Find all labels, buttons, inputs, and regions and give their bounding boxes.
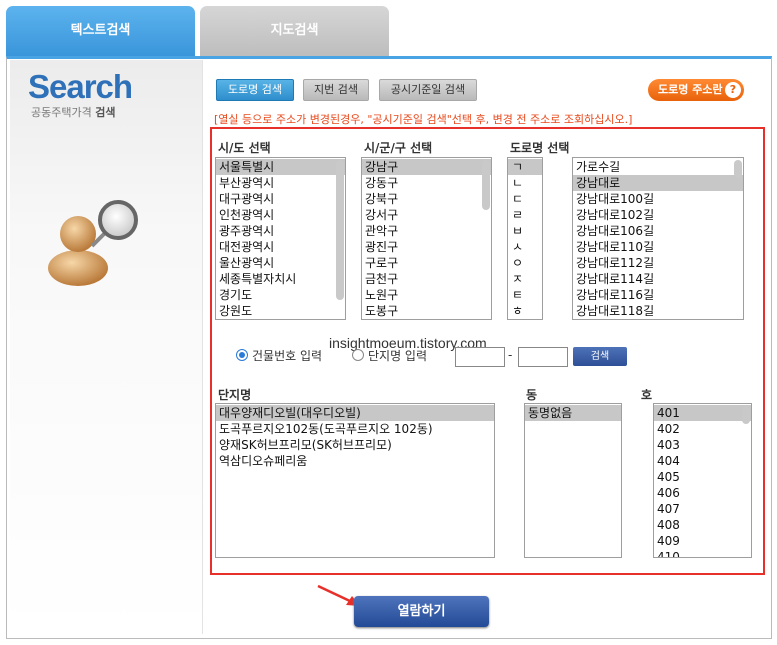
scrollbar[interactable] [734, 160, 742, 178]
range-separator: - [508, 348, 513, 362]
left-column [10, 60, 203, 634]
list-item[interactable]: 대전광역시 [216, 239, 345, 255]
list-item[interactable]: 403 [654, 437, 751, 453]
building-number-radio[interactable] [236, 349, 248, 361]
list-item[interactable]: ㄷ [508, 191, 542, 207]
complex-name-label: 단지명 입력 [368, 349, 428, 363]
tab-text-search[interactable]: 텍스트검색 [6, 6, 195, 56]
logo-subtitle-prefix: 공동주택가격 [31, 106, 92, 119]
building-number-label: 건물번호 입력 [252, 349, 323, 363]
list-item[interactable]: ㅇ [508, 255, 542, 271]
sigungu-listbox[interactable]: 강남구 강동구 강북구 강서구 관악구 광진구 구로구 금천구 노원구 도봉구 [361, 157, 492, 320]
building-number-to-input[interactable] [518, 347, 568, 367]
list-item[interactable]: 강남대로114길 [573, 271, 743, 287]
list-item[interactable]: 가로수길 [573, 159, 743, 175]
list-item[interactable]: 407 [654, 501, 751, 517]
list-item[interactable]: 강남대로106길 [573, 223, 743, 239]
tab-map-search[interactable]: 지도검색 [200, 6, 389, 56]
list-item[interactable]: 강남대로100길 [573, 191, 743, 207]
list-item[interactable]: ㄱ [508, 159, 542, 175]
list-item[interactable]: 강남대로116길 [573, 287, 743, 303]
list-item[interactable]: ㅈ [508, 271, 542, 287]
list-item[interactable]: 강서구 [362, 207, 491, 223]
list-item[interactable]: 강원도 [216, 303, 345, 319]
list-item[interactable]: 역삼디오슈페리움 [216, 453, 494, 469]
ho-label: 호 [641, 388, 653, 402]
list-item[interactable]: 부산광역시 [216, 175, 345, 191]
list-item[interactable]: 408 [654, 517, 751, 533]
road-label: 도로명 선택 [510, 141, 570, 155]
person-magnifier-icon [48, 200, 138, 286]
list-item[interactable]: 405 [654, 469, 751, 485]
list-item[interactable]: 관악구 [362, 223, 491, 239]
list-item[interactable]: 서울특별시 [216, 159, 345, 175]
road-initial-listbox[interactable]: ㄱ ㄴ ㄷ ㄹ ㅂ ㅅ ㅇ ㅈ ㅌ ㅎ [507, 157, 543, 320]
list-item[interactable]: 402 [654, 421, 751, 437]
base-date-search-button[interactable]: 공시기준일 검색 [379, 79, 477, 101]
list-item[interactable]: 강남대로118길 [573, 303, 743, 319]
list-item[interactable]: 강남대로 [573, 175, 743, 191]
complex-name-radio[interactable] [352, 349, 364, 361]
list-item[interactable]: 401 [654, 405, 751, 421]
search-logo-subtitle: 공동주택가격 검색 [31, 104, 115, 120]
scrollbar[interactable] [742, 406, 750, 424]
list-item[interactable]: 경기도 [216, 287, 345, 303]
dong-listbox[interactable]: 동명없음 [524, 403, 622, 558]
list-item[interactable]: 세종특별자치시 [216, 271, 345, 287]
list-item[interactable]: 강남대로102길 [573, 207, 743, 223]
list-item[interactable]: 강남대로112길 [573, 255, 743, 271]
list-item[interactable]: 도봉구 [362, 303, 491, 319]
ho-listbox[interactable]: 401 402 403 404 405 406 407 408 409 410 [653, 403, 752, 558]
list-item[interactable]: 강동구 [362, 175, 491, 191]
list-item[interactable]: 409 [654, 533, 751, 549]
list-item[interactable]: 동명없음 [525, 405, 621, 421]
sido-label: 시/도 선택 [218, 141, 271, 155]
building-search-button[interactable]: 검색 [573, 347, 627, 366]
list-item[interactable]: 강남대로110길 [573, 239, 743, 255]
list-item[interactable]: 금천구 [362, 271, 491, 287]
dong-label: 동 [526, 388, 538, 402]
list-item[interactable]: 410 [654, 549, 751, 557]
list-item[interactable]: 노원구 [362, 287, 491, 303]
list-item[interactable]: 양재SK허브프리모(SK허브프리모) [216, 437, 494, 453]
list-item[interactable]: 광진구 [362, 239, 491, 255]
list-item[interactable]: ㅅ [508, 239, 542, 255]
notice-text: [열실 등으로 주소가 변경된경우, "공시기준일 검색"선택 후, 변경 전 … [214, 113, 633, 126]
list-item[interactable]: 강남구 [362, 159, 491, 175]
complex-listbox[interactable]: 대우양재디오빌(대우디오빌) 도곡푸르지오102동(도곡푸르지오 102동) 양… [215, 403, 495, 558]
list-item[interactable]: ㅎ [508, 303, 542, 319]
list-item[interactable]: 대우양재디오빌(대우디오빌) [216, 405, 494, 421]
list-item[interactable]: ㄴ [508, 175, 542, 191]
help-button-label: 도로명 주소란 [658, 83, 723, 96]
search-logo-title: Search [28, 68, 133, 105]
list-item[interactable]: 대구광역시 [216, 191, 345, 207]
scrollbar[interactable] [336, 160, 344, 300]
road-address-help-button[interactable]: 도로명 주소란 ? [648, 79, 744, 101]
list-item[interactable]: 404 [654, 453, 751, 469]
question-icon: ? [725, 82, 741, 98]
road-name-listbox[interactable]: 가로수길 강남대로 강남대로100길 강남대로102길 강남대로106길 강남대… [572, 157, 744, 320]
sigungu-label: 시/군/구 선택 [364, 141, 433, 155]
lot-number-search-button[interactable]: 지번 검색 [303, 79, 369, 101]
list-item[interactable]: 406 [654, 485, 751, 501]
building-number-from-input[interactable] [455, 347, 505, 367]
list-item[interactable]: 울산광역시 [216, 255, 345, 271]
scrollbar[interactable] [482, 160, 490, 210]
list-item[interactable]: ㄹ [508, 207, 542, 223]
list-item[interactable]: 도곡푸르지오102동(도곡푸르지오 102동) [216, 421, 494, 437]
list-item[interactable]: 강북구 [362, 191, 491, 207]
list-item[interactable]: ㅂ [508, 223, 542, 239]
list-item[interactable]: 인천광역시 [216, 207, 345, 223]
list-item[interactable]: 구로구 [362, 255, 491, 271]
logo-subtitle-bold: 검색 [95, 106, 116, 119]
sido-listbox[interactable]: 서울특별시 부산광역시 대구광역시 인천광역시 광주광역시 대전광역시 울산광역… [215, 157, 346, 320]
list-item[interactable]: ㅌ [508, 287, 542, 303]
complex-label: 단지명 [218, 388, 252, 402]
list-item[interactable]: 광주광역시 [216, 223, 345, 239]
road-name-search-button[interactable]: 도로명 검색 [216, 79, 294, 101]
view-button[interactable]: 열람하기 [354, 596, 489, 627]
